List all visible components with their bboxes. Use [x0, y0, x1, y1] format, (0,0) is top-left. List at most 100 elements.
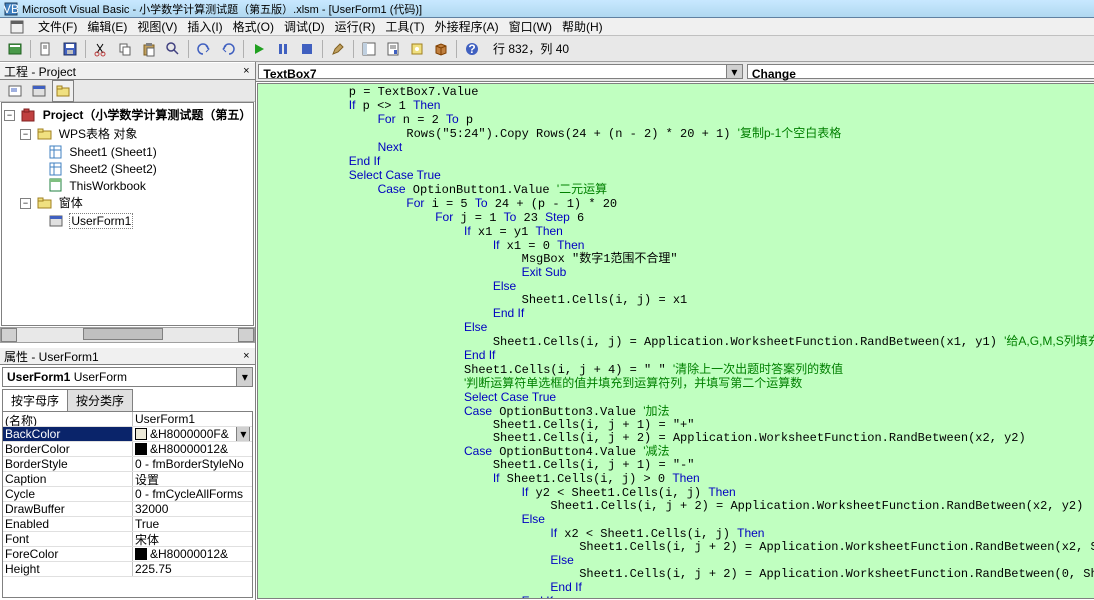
- tree-folder-forms[interactable]: − 窗体: [4, 193, 251, 212]
- tree-sheet1[interactable]: Sheet1 (Sheet1): [4, 143, 251, 160]
- code-line[interactable]: Else: [262, 280, 1094, 294]
- menu-addins[interactable]: 外接程序(A): [435, 18, 499, 35]
- tab-alphabetic[interactable]: 按字母序: [2, 389, 68, 411]
- code-line[interactable]: Sheet1.Cells(i, j + 2) = Application.Wor…: [262, 541, 1094, 554]
- menu-format[interactable]: 格式(O): [233, 18, 274, 35]
- code-line[interactable]: Else: [262, 554, 1094, 568]
- tree-userform1[interactable]: UserForm1: [4, 212, 251, 229]
- prop-row[interactable]: EnabledTrue: [3, 517, 252, 532]
- code-line[interactable]: End If: [262, 155, 1094, 169]
- code-line[interactable]: Sheet1.Cells(i, j + 4) = " " '清除上一次出题时答案…: [262, 363, 1094, 377]
- collapse-icon[interactable]: −: [4, 110, 15, 121]
- prop-value[interactable]: 32000: [133, 502, 252, 516]
- help-icon[interactable]: ?: [461, 38, 483, 60]
- menu-debug[interactable]: 调试(D): [284, 18, 325, 35]
- code-line[interactable]: Case OptionButton3.Value '加法: [262, 405, 1094, 419]
- code-line[interactable]: If x1 = 0 Then: [262, 239, 1094, 253]
- prop-row[interactable]: BorderStyle0 - fmBorderStyleNo: [3, 457, 252, 472]
- toggle-folders-icon[interactable]: [52, 80, 74, 102]
- prop-value[interactable]: &H80000012&: [133, 547, 252, 561]
- object-combo[interactable]: TextBox7 ▾: [258, 64, 742, 79]
- prop-row[interactable]: Caption设置: [3, 472, 252, 487]
- design-mode-icon[interactable]: [327, 38, 349, 60]
- view-code-icon[interactable]: [4, 80, 26, 102]
- menu-file[interactable]: 文件(F): [38, 18, 77, 35]
- code-line[interactable]: Case OptionButton4.Value '减法: [262, 445, 1094, 459]
- prop-value[interactable]: 0 - fmBorderStyleNo: [133, 457, 252, 471]
- prop-value[interactable]: True: [133, 517, 252, 531]
- prop-value[interactable]: &H80000012&: [133, 442, 252, 456]
- code-line[interactable]: For i = 5 To 24 + (p - 1) * 20: [262, 197, 1094, 211]
- code-line[interactable]: Else: [262, 321, 1094, 335]
- redo-icon[interactable]: [217, 38, 239, 60]
- pause-icon[interactable]: [272, 38, 294, 60]
- properties-object-combo[interactable]: UserForm1 UserForm ▾: [2, 367, 253, 387]
- code-line[interactable]: If x1 = y1 Then: [262, 225, 1094, 239]
- tree-sheet2[interactable]: Sheet2 (Sheet2): [4, 160, 251, 177]
- menu-help[interactable]: 帮助(H): [562, 18, 603, 35]
- code-line[interactable]: If Sheet1.Cells(i, j) > 0 Then: [262, 472, 1094, 486]
- prop-row[interactable]: DrawBuffer32000: [3, 502, 252, 517]
- view-wps-icon[interactable]: [4, 38, 26, 60]
- code-line[interactable]: For n = 2 To p: [262, 113, 1094, 127]
- code-line[interactable]: End If: [262, 595, 1094, 599]
- menu-window[interactable]: 窗口(W): [509, 18, 552, 35]
- save-icon[interactable]: [59, 38, 81, 60]
- code-editor[interactable]: p = TextBox7.Value If p <> 1 Then For n …: [257, 83, 1094, 599]
- procedure-combo[interactable]: Change ▾: [747, 64, 1094, 79]
- properties-grid[interactable]: (名称)UserForm1BackColor&H8000000F&▾Border…: [2, 411, 253, 598]
- prop-row[interactable]: (名称)UserForm1: [3, 412, 252, 427]
- menu-view[interactable]: 视图(V): [137, 18, 177, 35]
- prop-value[interactable]: 0 - fmCycleAllForms: [133, 487, 252, 501]
- tab-categorized[interactable]: 按分类序: [67, 389, 133, 411]
- collapse-icon[interactable]: −: [20, 129, 31, 140]
- scroll-right-icon[interactable]: [238, 328, 254, 342]
- prop-value[interactable]: &H8000000F&▾: [133, 427, 252, 441]
- cut-icon[interactable]: [90, 38, 112, 60]
- tree-thisworkbook[interactable]: ThisWorkbook: [4, 177, 251, 194]
- find-icon[interactable]: [162, 38, 184, 60]
- code-line[interactable]: Select Case True: [262, 391, 1094, 405]
- prop-row[interactable]: Height225.75: [3, 562, 252, 577]
- code-line[interactable]: End If: [262, 307, 1094, 321]
- project-hscroll[interactable]: [0, 327, 255, 343]
- project-tree[interactable]: − Project（小学数学计算测试题（第五） − WPS表格 对象 Sheet…: [1, 102, 254, 326]
- object-browser-icon[interactable]: [406, 38, 428, 60]
- scroll-left-icon[interactable]: [1, 328, 17, 342]
- menu-tools[interactable]: 工具(T): [385, 18, 424, 35]
- code-line[interactable]: End If: [262, 581, 1094, 595]
- copy-icon[interactable]: [114, 38, 136, 60]
- code-line[interactable]: MsgBox "数字1范围不合理": [262, 253, 1094, 266]
- chevron-down-icon[interactable]: ▾: [726, 65, 742, 78]
- code-line[interactable]: Sheet1.Cells(i, j + 2) = Application.Wor…: [262, 432, 1094, 445]
- collapse-icon[interactable]: −: [20, 198, 31, 209]
- code-line[interactable]: End If: [262, 349, 1094, 363]
- view-object-icon[interactable]: [28, 80, 50, 102]
- code-line[interactable]: Sheet1.Cells(i, j) = x1: [262, 294, 1094, 307]
- code-line[interactable]: If x2 < Sheet1.Cells(i, j) Then: [262, 527, 1094, 541]
- code-line[interactable]: Sheet1.Cells(i, j) = Application.Workshe…: [262, 335, 1094, 349]
- code-line[interactable]: If y2 < Sheet1.Cells(i, j) Then: [262, 486, 1094, 500]
- prop-value[interactable]: 宋体: [133, 532, 252, 546]
- prop-row[interactable]: BorderColor&H80000012&: [3, 442, 252, 457]
- chevron-down-icon[interactable]: ▾: [236, 427, 250, 441]
- code-line[interactable]: Exit Sub: [262, 266, 1094, 280]
- stop-icon[interactable]: [296, 38, 318, 60]
- code-line[interactable]: Select Case True: [262, 169, 1094, 183]
- prop-row[interactable]: ForeColor&H80000012&: [3, 547, 252, 562]
- menu-run[interactable]: 运行(R): [335, 18, 376, 35]
- properties-icon[interactable]: [382, 38, 404, 60]
- tree-folder-wps[interactable]: − WPS表格 对象: [4, 124, 251, 143]
- tree-project-root[interactable]: − Project（小学数学计算测试题（第五）: [4, 105, 251, 124]
- window-icon[interactable]: [10, 20, 24, 34]
- code-line[interactable]: Rows("5:24").Copy Rows(24 + (n - 2) * 20…: [262, 127, 1094, 141]
- prop-value[interactable]: 225.75: [133, 562, 252, 576]
- project-explorer-icon[interactable]: [358, 38, 380, 60]
- code-line[interactable]: p = TextBox7.Value: [262, 86, 1094, 99]
- insert-module-icon[interactable]: [35, 38, 57, 60]
- run-icon[interactable]: [248, 38, 270, 60]
- close-icon[interactable]: ×: [239, 64, 253, 78]
- prop-row[interactable]: Cycle0 - fmCycleAllForms: [3, 487, 252, 502]
- code-line[interactable]: Else: [262, 513, 1094, 527]
- code-line[interactable]: Next: [262, 141, 1094, 155]
